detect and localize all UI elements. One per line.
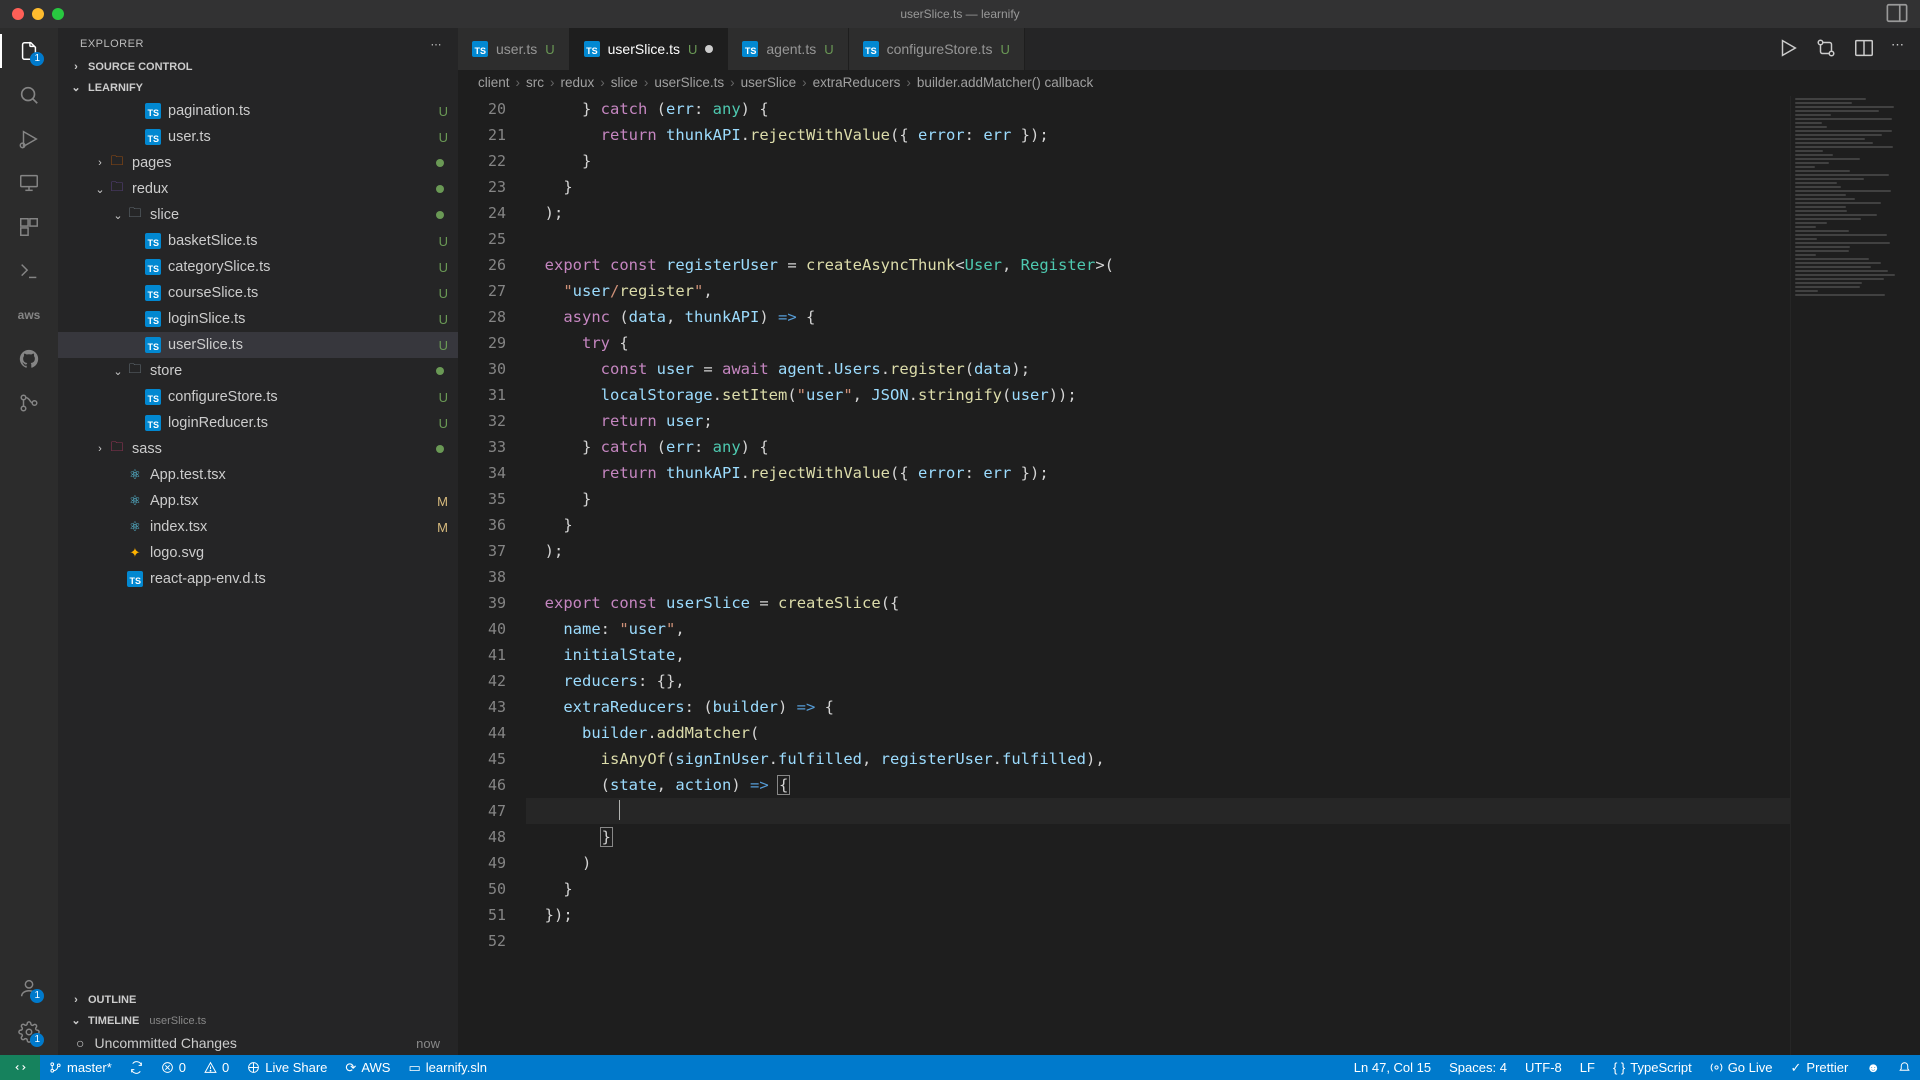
tree-item-slice[interactable]: ⌄🗀slice <box>58 202 458 228</box>
maximize-window-button[interactable] <box>52 8 64 20</box>
aws-icon[interactable]: aws <box>16 302 42 328</box>
explorer-icon[interactable]: 1 <box>16 38 42 64</box>
cursor-position[interactable]: Ln 47, Col 15 <box>1345 1060 1440 1075</box>
project-section[interactable]: ⌄ LEARNIFY <box>58 77 458 98</box>
remote-indicator[interactable] <box>0 1055 40 1080</box>
tree-item-user-ts[interactable]: TSuser.tsU <box>58 124 458 150</box>
outline-section[interactable]: › OUTLINE <box>58 990 458 1010</box>
problems-warnings[interactable]: 0 <box>195 1055 238 1080</box>
more-icon[interactable]: ⋯ <box>431 38 443 51</box>
live-share[interactable]: Live Share <box>238 1055 336 1080</box>
minimize-window-button[interactable] <box>32 8 44 20</box>
github-icon[interactable] <box>16 346 42 372</box>
layout-icon[interactable] <box>1886 2 1908 27</box>
tree-item-courseSlice-ts[interactable]: TScourseSlice.tsU <box>58 280 458 306</box>
breadcrumb-segment[interactable]: slice <box>611 75 638 90</box>
run-icon[interactable] <box>1777 37 1799 62</box>
close-window-button[interactable] <box>12 8 24 20</box>
tree-item-configureStore-ts[interactable]: TSconfigureStore.tsU <box>58 384 458 410</box>
tree-item-react-app-env-d-ts[interactable]: TSreact-app-env.d.ts <box>58 566 458 592</box>
tree-item-loginReducer-ts[interactable]: TSloginReducer.tsU <box>58 410 458 436</box>
tab-agent-ts[interactable]: TSagent.tsU <box>728 28 848 70</box>
tree-item-store[interactable]: ⌄🗀store <box>58 358 458 384</box>
terminal-icon[interactable] <box>16 258 42 284</box>
timeline-section[interactable]: ⌄ TIMELINE userSlice.ts <box>58 1010 458 1031</box>
indentation[interactable]: Spaces: 4 <box>1440 1060 1516 1075</box>
tab-more-icon[interactable]: ⋯ <box>1891 37 1904 62</box>
breadcrumb-segment[interactable]: client <box>478 75 510 90</box>
minimap[interactable] <box>1790 96 1920 1055</box>
tree-item-index-tsx[interactable]: ⚛index.tsxM <box>58 514 458 540</box>
settings-gear-icon[interactable]: 1 <box>16 1019 42 1045</box>
git-branch[interactable]: master* <box>40 1055 121 1080</box>
prettier-status[interactable]: ✓Prettier <box>1782 1060 1858 1076</box>
source-control-section[interactable]: › SOURCE CONTROL <box>58 57 458 77</box>
tab-userSlice-ts[interactable]: TSuserSlice.tsU <box>570 28 729 70</box>
tree-item-App-tsx[interactable]: ⚛App.tsxM <box>58 488 458 514</box>
activitybar: 1 aws 1 1 <box>0 28 58 1055</box>
tab-configureStore-ts[interactable]: TSconfigureStore.tsU <box>849 28 1025 70</box>
split-editor-icon[interactable] <box>1853 37 1875 62</box>
feedback-icon[interactable]: ☻ <box>1857 1060 1889 1075</box>
explorer-title: EXPLORER <box>80 38 144 51</box>
breadcrumb-segment[interactable]: src <box>526 75 544 90</box>
tree-item-categorySlice-ts[interactable]: TScategorySlice.tsU <box>58 254 458 280</box>
tree-item-sass[interactable]: ›🗀sass <box>58 436 458 462</box>
breadcrumb[interactable]: client›src›redux›slice›userSlice.ts›user… <box>458 70 1920 96</box>
diff-icon[interactable] <box>1815 37 1837 62</box>
git-graph-icon[interactable] <box>16 390 42 416</box>
encoding[interactable]: UTF-8 <box>1516 1060 1571 1075</box>
tree-item-pages[interactable]: ›🗀pages <box>58 150 458 176</box>
tree-item-userSlice-ts[interactable]: TSuserSlice.tsU <box>58 332 458 358</box>
tree-item-redux[interactable]: ⌄🗀redux <box>58 176 458 202</box>
tree-item-basketSlice-ts[interactable]: TSbasketSlice.tsU <box>58 228 458 254</box>
statusbar: master* 0 0 Live Share ⟳AWS ▭learnify.sl… <box>0 1055 1920 1080</box>
sidebar: EXPLORER ⋯ › SOURCE CONTROL ⌄ LEARNIFY T… <box>58 28 458 1055</box>
tree-item-pagination-ts[interactable]: TSpagination.tsU <box>58 98 458 124</box>
notifications-icon[interactable] <box>1889 1060 1920 1073</box>
aws-status[interactable]: ⟳AWS <box>336 1055 399 1080</box>
accounts-icon[interactable]: 1 <box>16 975 42 1001</box>
debug-icon[interactable] <box>16 126 42 152</box>
breadcrumb-segment[interactable]: userSlice.ts <box>654 75 724 90</box>
tree-item-loginSlice-ts[interactable]: TSloginSlice.tsU <box>58 306 458 332</box>
editor-tabs: TSuser.tsUTSuserSlice.tsUTSagent.tsUTSco… <box>458 28 1920 70</box>
tab-user-ts[interactable]: TSuser.tsU <box>458 28 570 70</box>
eol[interactable]: LF <box>1571 1060 1604 1075</box>
solution-file[interactable]: ▭learnify.sln <box>399 1055 495 1080</box>
breadcrumb-segment[interactable]: userSlice <box>741 75 797 90</box>
titlebar: userSlice.ts — learnify <box>0 0 1920 28</box>
search-icon[interactable] <box>16 82 42 108</box>
breadcrumb-segment[interactable]: builder.addMatcher() callback <box>917 75 1093 90</box>
window-controls <box>0 8 64 20</box>
remote-explorer-icon[interactable] <box>16 170 42 196</box>
tree-item-App-test-tsx[interactable]: ⚛App.test.tsx <box>58 462 458 488</box>
line-gutter: 2021222324252627282930313233343536373839… <box>458 96 526 1055</box>
tree-item-logo-svg[interactable]: ✦logo.svg <box>58 540 458 566</box>
language-mode[interactable]: { }TypeScript <box>1604 1060 1701 1075</box>
breadcrumb-segment[interactable]: extraReducers <box>813 75 901 90</box>
breadcrumb-segment[interactable]: redux <box>561 75 595 90</box>
sync-button[interactable] <box>121 1055 152 1080</box>
window-title: userSlice.ts — learnify <box>900 7 1019 21</box>
go-live[interactable]: Go Live <box>1701 1060 1782 1075</box>
extensions-icon[interactable] <box>16 214 42 240</box>
problems-errors[interactable]: 0 <box>152 1055 195 1080</box>
timeline-item[interactable]: ○ Uncommitted Changes now <box>58 1031 458 1055</box>
code-content[interactable]: } catch (err: any) { return thunkAPI.rej… <box>526 96 1790 1055</box>
